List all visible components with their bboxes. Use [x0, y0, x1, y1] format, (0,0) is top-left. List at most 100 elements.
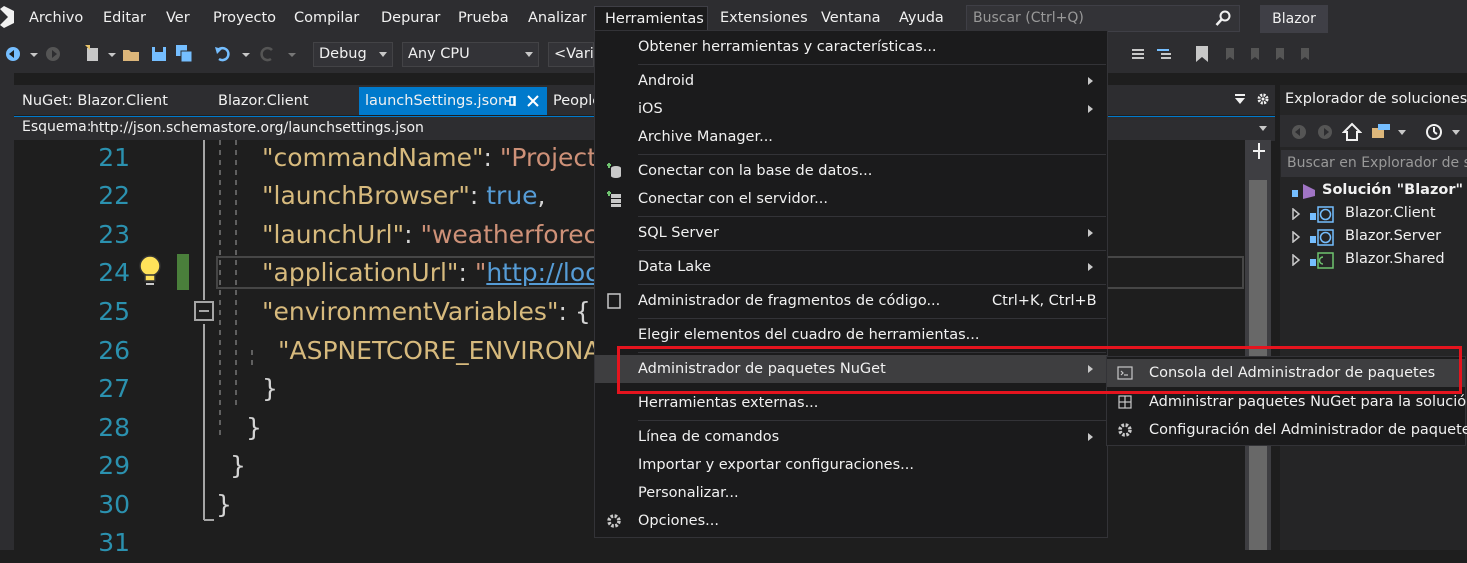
chevron-down-icon[interactable]	[1450, 124, 1462, 140]
highlight-annotation-nuget	[617, 346, 1108, 394]
menu-item-customize[interactable]: Personalizar...	[595, 479, 1107, 507]
code-line-24: "applicationUrl": "http://loca	[262, 254, 594, 293]
menu-item-data-lake[interactable]: Data Lake	[595, 253, 1107, 281]
expand-arrow-icon[interactable]	[1291, 231, 1301, 243]
forward-nav-icon[interactable]	[1316, 123, 1334, 141]
quick-search-input[interactable]: Buscar (Ctrl+Q)	[966, 5, 1240, 32]
back-nav-icon[interactable]	[1290, 123, 1308, 141]
menu-ver[interactable]: Ver	[166, 0, 190, 37]
menu-compilar[interactable]: Compilar	[294, 0, 359, 37]
platform-value: Any CPU	[408, 46, 470, 62]
menu-item-connect-server[interactable]: Conectar con el servidor...	[595, 185, 1107, 213]
menu-item-ios[interactable]: iOS	[595, 95, 1107, 123]
schema-url: http://json.schemastore.org/launchsettin…	[90, 120, 424, 136]
menu-separator	[638, 216, 1106, 217]
database-connect-icon	[607, 163, 621, 178]
menu-editar[interactable]: Editar	[103, 0, 146, 37]
lightbulb-icon[interactable]	[136, 253, 164, 289]
highlight-annotation-console	[1105, 346, 1462, 394]
previous-bookmark-icon[interactable]	[1220, 44, 1238, 64]
back-dropdown-icon[interactable]	[26, 44, 44, 64]
settings-gear-icon[interactable]	[1256, 92, 1270, 106]
tab-launchsettings-label: launchSettings.json	[365, 93, 508, 109]
line-number: 27	[98, 374, 130, 403]
back-nav-icon[interactable]	[4, 44, 22, 64]
startup-target-select[interactable]: <Vario	[548, 42, 603, 67]
chevron-down-icon	[379, 52, 387, 57]
solution-search-input[interactable]: Buscar en Explorador de so	[1281, 150, 1467, 177]
switch-views-icon[interactable]	[1370, 122, 1392, 142]
project-label: Blazor.Client	[1345, 205, 1436, 221]
menu-proyecto[interactable]: Proyecto	[213, 0, 276, 37]
submenu-arrow-icon	[1088, 77, 1093, 85]
split-window-icon[interactable]	[1251, 142, 1267, 160]
menu-depurar[interactable]: Depurar	[381, 0, 440, 37]
clear-bookmarks-icon[interactable]	[1295, 44, 1313, 64]
menu-item-snippet-manager[interactable]: Administrador de fragmentos de código...…	[595, 287, 1107, 315]
menu-separator	[638, 154, 1106, 155]
tab-launchsettings[interactable]: launchSettings.json	[359, 87, 547, 115]
application-url-link[interactable]: http://loca	[486, 258, 594, 287]
menu-item-options[interactable]: Opciones...	[595, 507, 1107, 535]
menu-item-choose-toolbox[interactable]: Elegir elementos del cuadro de herramien…	[595, 321, 1107, 349]
menu-item-import-export[interactable]: Importar y exportar configuraciones...	[595, 451, 1107, 479]
forward-nav-icon[interactable]	[44, 44, 62, 64]
expand-arrow-icon[interactable]	[1291, 254, 1301, 266]
solution-config-select[interactable]: Debug	[313, 42, 393, 67]
menu-separator	[638, 284, 1106, 285]
close-icon[interactable]	[527, 95, 539, 107]
line-number: 31	[98, 528, 130, 557]
new-project-icon[interactable]	[84, 44, 102, 64]
web-project-icon	[1310, 206, 1334, 223]
solution-config-value: Debug	[319, 46, 367, 62]
save-all-icon[interactable]	[175, 44, 193, 64]
gear-icon	[1118, 423, 1132, 437]
undo-dropdown-icon[interactable]	[238, 44, 256, 64]
home-icon[interactable]	[1342, 122, 1362, 142]
code-line-23: "launchUrl": "weatherforecas	[262, 220, 594, 249]
open-folder-icon[interactable]	[122, 44, 140, 64]
save-icon[interactable]	[150, 44, 168, 64]
left-tool-strip	[0, 73, 14, 550]
menu-item-sql-server[interactable]: SQL Server	[595, 219, 1107, 247]
search-icon[interactable]	[1215, 10, 1231, 27]
menu-analizar[interactable]: Analizar	[528, 0, 587, 37]
menu-shortcut: Ctrl+K, Ctrl+B	[992, 293, 1097, 309]
menu-item-android[interactable]: Android	[595, 67, 1107, 95]
pin-icon[interactable]	[505, 95, 517, 107]
tab-list-dropdown-icon[interactable]	[1233, 93, 1247, 107]
uncomment-lines-icon[interactable]	[1155, 44, 1173, 64]
menu-item-connect-database[interactable]: Conectar con la base de datos...	[595, 157, 1107, 185]
solution-icon	[1292, 184, 1315, 199]
next-bookmark-folder-icon[interactable]	[1270, 44, 1288, 64]
submenu-arrow-icon	[1088, 105, 1093, 113]
bookmark-icon[interactable]	[1193, 44, 1211, 64]
code-line-27: }	[262, 374, 278, 403]
code-line-30: }	[216, 490, 232, 519]
undo-icon[interactable]	[214, 44, 232, 64]
tab-blazor-client[interactable]: Blazor.Client	[218, 87, 309, 115]
redo-icon[interactable]	[258, 44, 276, 64]
menu-separator	[638, 250, 1106, 251]
line-number: 29	[98, 451, 130, 480]
comment-lines-icon[interactable]	[1130, 44, 1148, 64]
solution-search-placeholder: Buscar en Explorador de so	[1287, 155, 1467, 171]
chevron-down-icon[interactable]	[1396, 124, 1408, 140]
menu-prueba[interactable]: Prueba	[458, 0, 509, 37]
menu-item-command-line[interactable]: Línea de comandos	[595, 423, 1107, 451]
menu-item-archive-manager[interactable]: Archive Manager...	[595, 123, 1107, 151]
visual-studio-logo-icon	[0, 6, 14, 28]
menu-archivo[interactable]: Archivo	[29, 0, 83, 37]
new-dropdown-icon[interactable]	[104, 44, 122, 64]
platform-select[interactable]: Any CPU	[402, 42, 539, 67]
line-number: 26	[98, 336, 130, 365]
chevron-down-icon[interactable]	[1258, 124, 1268, 132]
tab-nuget-blazor-client[interactable]: NuGet: Blazor.Client	[22, 87, 168, 115]
expand-arrow-icon[interactable]	[1291, 208, 1301, 220]
redo-dropdown-icon[interactable]	[284, 44, 302, 64]
next-bookmark-icon[interactable]	[1245, 44, 1263, 64]
submenu-item-package-settings[interactable]: Configuración del Administrador de paque…	[1107, 416, 1467, 444]
menu-item-get-tools[interactable]: Obtener herramientas y características..…	[595, 33, 1107, 61]
pending-changes-icon[interactable]	[1424, 122, 1444, 142]
line-number: 22	[98, 181, 130, 210]
